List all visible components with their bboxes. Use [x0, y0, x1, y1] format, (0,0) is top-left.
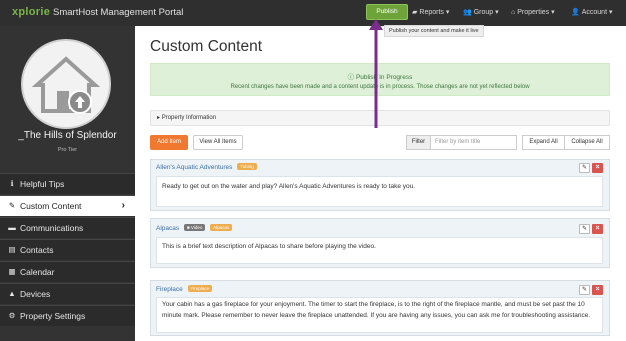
- nav-group[interactable]: 👥 Group ▾: [463, 8, 499, 16]
- property-avatar[interactable]: [21, 39, 111, 129]
- content-card: Alpacas ■ Video Alpacas ✎ × This is a br…: [150, 218, 610, 268]
- nav-group-label: Group ▾: [473, 9, 499, 16]
- sidebar: _The Hills of Splendor Pro Tier ℹ Helpfu…: [0, 26, 135, 341]
- sidebar-item-contacts[interactable]: ▤ Contacts: [0, 239, 135, 260]
- sidebar-item-label: Helpful Tips: [20, 179, 65, 189]
- nav-reports-label: Reports ▾: [419, 9, 450, 16]
- sidebar-item-helpful-tips[interactable]: ℹ Helpful Tips: [0, 173, 135, 194]
- delete-button[interactable]: ×: [592, 224, 603, 234]
- collapse-all-button[interactable]: Collapse All: [565, 135, 610, 150]
- property-name: _The Hills of Splendor: [18, 130, 117, 141]
- card-body: Your cabin has a gas fireplace for your …: [156, 297, 603, 333]
- card-body: This is a brief text description of Alpa…: [156, 237, 603, 264]
- tag-badge: Alpacas: [210, 224, 233, 231]
- video-badge: ■ Video: [183, 224, 206, 231]
- pencil-icon: ✎: [581, 226, 588, 232]
- card-header: Alpacas ■ Video Alpacas: [156, 224, 233, 232]
- user-icon: 👤: [571, 9, 580, 16]
- app-title: SmartHost Management Portal: [53, 7, 184, 18]
- sidebar-item-label: Communications: [20, 223, 84, 233]
- sidebar-item-calendar[interactable]: ▦ Calendar: [0, 261, 135, 282]
- caret-right-icon: ▸: [157, 115, 161, 121]
- nav-properties-label: Properties ▾: [517, 9, 555, 16]
- sidebar-item-label: Custom Content: [20, 201, 82, 211]
- publish-tooltip: Publish your content and make it live: [384, 25, 484, 37]
- publish-alert: ⓘ Publish In Progress Recent changes hav…: [150, 63, 610, 96]
- close-icon: ×: [595, 286, 600, 293]
- folder-icon: ▰: [412, 9, 418, 16]
- nav-account-label: Account ▾: [581, 9, 613, 16]
- tag-badge: Tubing: [237, 163, 257, 170]
- sidebar-item-devices[interactable]: ▲ Devices: [0, 283, 135, 304]
- sidebar-item-label: Property Settings: [20, 311, 86, 321]
- pencil-icon: ✎: [581, 287, 588, 293]
- sidebar-item-property-settings[interactable]: ⚙ Property Settings: [0, 305, 135, 326]
- delete-button[interactable]: ×: [592, 285, 603, 295]
- tag-badge: Fireplace: [187, 285, 213, 292]
- add-item-button[interactable]: Add Item: [150, 135, 188, 150]
- nav-account[interactable]: 👤 Account ▾: [571, 8, 612, 16]
- card-title[interactable]: Alpacas: [156, 225, 179, 232]
- alert-message: Recent changes have been made and a cont…: [230, 84, 530, 90]
- sidebar-item-custom-content[interactable]: ✎ Custom Content ›: [0, 195, 135, 216]
- edit-button[interactable]: ✎: [579, 163, 590, 173]
- info-circle-icon: ⓘ: [347, 74, 355, 81]
- nav-reports[interactable]: ▰ Reports ▾: [412, 8, 449, 16]
- property-information-label: Property Information: [161, 115, 217, 121]
- pencil-icon: ✎: [581, 165, 588, 171]
- alert-title: ⓘ Publish In Progress: [151, 71, 609, 81]
- sidebar-item-communications[interactable]: ▬ Communications: [0, 217, 135, 238]
- edit-button[interactable]: ✎: [579, 285, 590, 295]
- edit-button[interactable]: ✎: [579, 224, 590, 234]
- comment-icon: ▬: [8, 223, 16, 232]
- card-header: Allen's Aquatic Adventures Tubing: [156, 163, 257, 171]
- alert-title-text: Publish In Progress: [355, 74, 413, 81]
- pencil-icon: ✎: [8, 201, 16, 210]
- info-icon: ℹ: [10, 179, 14, 188]
- nav-properties[interactable]: ⌂ Properties ▾: [511, 8, 555, 16]
- sidebar-item-label: Devices: [20, 289, 51, 299]
- close-icon: ×: [595, 225, 600, 232]
- page-title: Custom Content: [150, 38, 262, 55]
- home-icon: ⌂: [511, 9, 516, 16]
- contacts-icon: ▤: [8, 245, 16, 254]
- publish-button[interactable]: Publish: [366, 4, 408, 20]
- house-upload-icon: [31, 56, 101, 114]
- property-information-toggle[interactable]: ▸ Property Information: [150, 110, 610, 126]
- top-navbar: xplorie SmartHost Management Portal Publ…: [0, 0, 626, 26]
- card-header: Fireplace Fireplace: [156, 285, 213, 293]
- video-badge-label: Video: [190, 225, 203, 230]
- content-card: Fireplace Fireplace ✎ × Your cabin has a…: [150, 280, 610, 336]
- sidebar-item-label: Contacts: [20, 245, 54, 255]
- close-icon: ×: [595, 164, 600, 171]
- video-camera-icon: ■: [186, 225, 190, 230]
- card-title[interactable]: Fireplace: [156, 286, 183, 293]
- content-card: Allen's Aquatic Adventures Tubing ✎ × Re…: [150, 159, 610, 211]
- delete-button[interactable]: ×: [592, 163, 603, 173]
- filter-input[interactable]: Filter by item title: [431, 135, 517, 150]
- brand-logo[interactable]: xplorie: [12, 6, 50, 18]
- property-tier: Pro Tier: [57, 147, 78, 153]
- filter-button[interactable]: Filter: [406, 135, 431, 150]
- card-body: Ready to get out on the water and play? …: [156, 176, 603, 207]
- users-icon: 👥: [463, 9, 472, 16]
- view-all-items-button[interactable]: View All Items: [193, 135, 243, 150]
- expand-all-button[interactable]: Expand All: [522, 135, 565, 150]
- sidebar-item-label: Calendar: [20, 267, 55, 277]
- bell-icon: ▲: [8, 289, 16, 298]
- gear-icon: ⚙: [8, 311, 16, 320]
- chevron-right-icon: ›: [121, 200, 125, 211]
- card-title[interactable]: Allen's Aquatic Adventures: [156, 164, 232, 171]
- calendar-icon: ▦: [8, 267, 16, 276]
